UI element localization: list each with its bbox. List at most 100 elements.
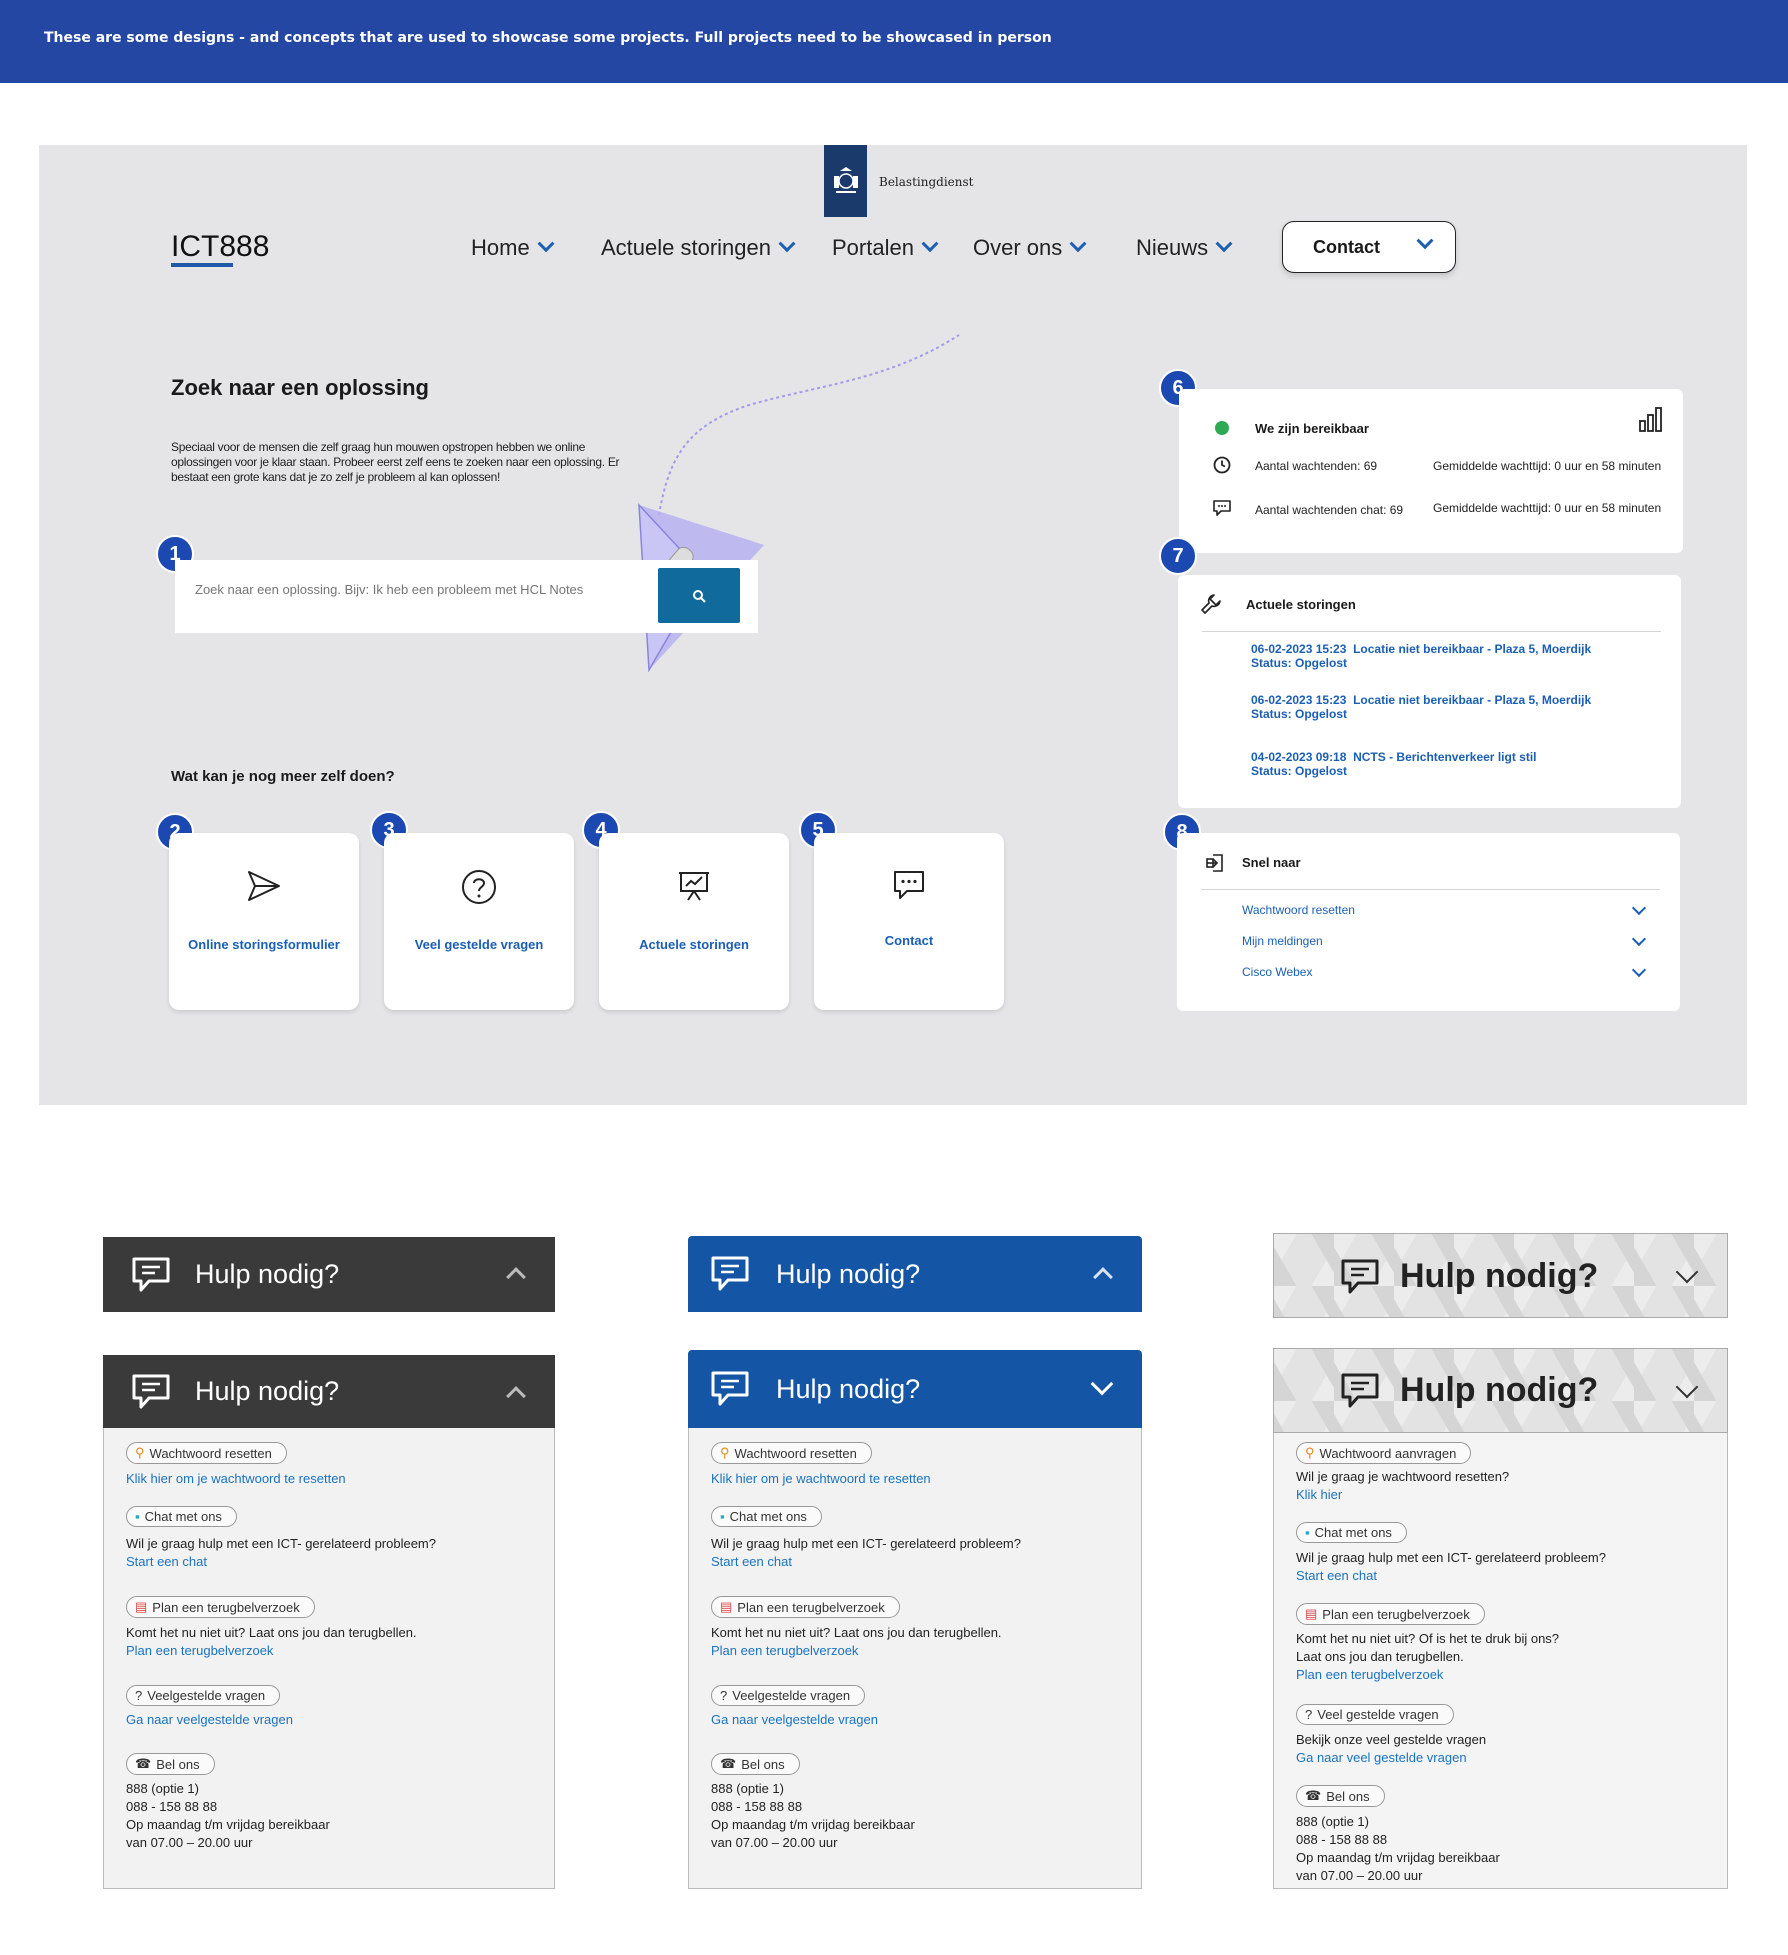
- quick-item[interactable]: Cisco Webex: [1177, 962, 1680, 987]
- chat-icon: [132, 1374, 170, 1408]
- pill-label: Bel ons: [156, 1756, 200, 1772]
- help-panel-light-collapsed[interactable]: Hulp nodig?: [1273, 1233, 1728, 1318]
- contact-button[interactable]: Contact: [1282, 221, 1456, 273]
- nav-portalen[interactable]: Portalen: [832, 235, 939, 261]
- link-reset-password[interactable]: Klik hier om je wachtwoord te resetten: [126, 1471, 346, 1486]
- quick-item-label: Wachtwoord resetten: [1242, 903, 1355, 917]
- pill-chat: ▪ Chat met ons: [711, 1506, 822, 1527]
- call-line: 888 (optie 1): [126, 1781, 199, 1796]
- chevron-down-icon: [1631, 900, 1647, 916]
- help-header[interactable]: Hulp nodig?: [1273, 1348, 1728, 1433]
- call-line: van 07.00 – 20.00 uur: [711, 1835, 838, 1850]
- chevron-down-icon: [778, 235, 796, 253]
- help-header[interactable]: Hulp nodig?: [103, 1355, 555, 1428]
- tile-contact[interactable]: Contact: [814, 833, 1004, 1010]
- pill-password: ⚲ Wachtwoord resetten: [711, 1442, 872, 1464]
- chat-waiting-time: Gemiddelde wachttijd: 0 uur en 58 minute…: [1433, 501, 1662, 515]
- chevron-up-icon: [506, 1386, 526, 1406]
- help-title: Hulp nodig?: [776, 1373, 921, 1404]
- phone-icon: ☎: [135, 1756, 152, 1771]
- tile-label: Actuele storingen: [639, 937, 749, 952]
- link-start-chat[interactable]: Start een chat: [126, 1554, 207, 1569]
- chevron-down-icon: [1090, 1372, 1114, 1396]
- link-faq[interactable]: Ga naar veelgestelde vragen: [711, 1712, 878, 1727]
- chevron-down-icon: [1675, 1260, 1699, 1284]
- plan-text: Komt het nu niet uit? Laat ons jou dan t…: [711, 1625, 1002, 1640]
- pill-faq: ? Veel gestelde vragen: [1296, 1704, 1454, 1725]
- help-header[interactable]: Hulp nodig?: [688, 1350, 1142, 1428]
- pill-call: ☎ Bel ons: [1296, 1785, 1385, 1807]
- link-reset-password[interactable]: Klik hier om je wachtwoord te resetten: [711, 1471, 931, 1486]
- tile-online-storingsformulier[interactable]: Online storingsformulier: [169, 833, 359, 1010]
- nav-nieuws[interactable]: Nieuws: [1136, 235, 1233, 261]
- phone-icon: ☎: [1305, 1788, 1322, 1803]
- waiting-count: Aantal wachtenden: 69: [1255, 459, 1378, 473]
- pill-callback: ▤ Plan een terugbelverzoek: [711, 1596, 900, 1618]
- link-start-chat[interactable]: Start een chat: [711, 1554, 792, 1569]
- pill-label: Bel ons: [741, 1756, 785, 1772]
- pill-label: Veelgestelde vragen: [147, 1688, 266, 1703]
- help-panel-dark-collapsed[interactable]: Hulp nodig?: [103, 1237, 555, 1312]
- brand-underline: [171, 263, 233, 267]
- call-line: van 07.00 – 20.00 uur: [1296, 1868, 1423, 1883]
- link-start-chat[interactable]: Start een chat: [1296, 1568, 1377, 1583]
- search-input[interactable]: [195, 582, 635, 597]
- help-panel-blue-expanded: Hulp nodig? ⚲ Wachtwoord resetten Klik hi…: [688, 1350, 1142, 1889]
- search-icon: [693, 589, 706, 603]
- quick-item[interactable]: Wachtwoord resetten: [1177, 900, 1680, 925]
- logo-text: Belastingdienst: [879, 175, 974, 189]
- plan-text: Komt het nu niet uit? Laat ons jou dan t…: [126, 1625, 417, 1640]
- help-title: Hulp nodig?: [195, 1376, 340, 1406]
- outage-date: 06-02-2023 15:23: [1251, 693, 1347, 707]
- link-plan-callback[interactable]: Plan een terugbelverzoek: [126, 1643, 273, 1658]
- link-plan-callback[interactable]: Plan een terugbelverzoek: [1296, 1667, 1443, 1682]
- question-icon: ?: [135, 1688, 143, 1703]
- nav-label: Portalen: [832, 235, 914, 260]
- help-title: Hulp nodig?: [1400, 1257, 1599, 1295]
- pw-text: Wil je graag je wachtwoord resetten?: [1296, 1469, 1510, 1484]
- call-line: van 07.00 – 20.00 uur: [126, 1835, 253, 1850]
- chat-text: Wil je graag hulp met een ICT- gerelatee…: [711, 1536, 1021, 1551]
- nav-home[interactable]: Home: [471, 235, 555, 261]
- pill-label: Plan een terugbelverzoek: [737, 1599, 885, 1615]
- presentation-icon: [679, 872, 709, 901]
- help-title: Hulp nodig?: [776, 1258, 921, 1289]
- chat-bubble-icon: ▪: [135, 1509, 140, 1524]
- calendar-icon: ▤: [720, 1599, 733, 1614]
- site-brand[interactable]: ICT888: [171, 230, 269, 264]
- quick-links-card: Snel naar Wachtwoord resetten Mijn meldi…: [1177, 833, 1680, 1011]
- nav-over-ons[interactable]: Over ons: [973, 235, 1087, 261]
- chat-icon: [1213, 500, 1231, 516]
- step-badge-7: 7: [1159, 537, 1197, 575]
- chat-bubble-icon: ▪: [1305, 1525, 1310, 1540]
- help-panel-blue-collapsed[interactable]: Hulp nodig?: [688, 1236, 1142, 1312]
- tile-veel-gestelde-vragen[interactable]: Veel gestelde vragen: [384, 833, 574, 1010]
- link-faq[interactable]: Ga naar veel gestelde vragen: [1296, 1750, 1467, 1765]
- quick-item[interactable]: Mijn meldingen: [1177, 931, 1680, 956]
- chevron-down-icon: [921, 235, 939, 253]
- search-button[interactable]: [658, 568, 740, 623]
- nav-actuele-storingen[interactable]: Actuele storingen: [601, 235, 796, 261]
- clock-icon: [1213, 456, 1231, 474]
- link-reset-password[interactable]: Klik hier: [1296, 1487, 1342, 1502]
- bar-chart-icon: [1639, 407, 1662, 432]
- pill-password: ⚲ Wachtwoord resetten: [126, 1442, 287, 1464]
- call-info: 888 (optie 1) 088 - 158 88 88 Op maandag…: [1296, 1813, 1500, 1885]
- pill-faq: ? Veelgestelde vragen: [711, 1685, 866, 1706]
- help-body: ⚲ Wachtwoord resetten Klik hier om je wac…: [103, 1428, 555, 1889]
- pill-label: Veelgestelde vragen: [732, 1688, 851, 1703]
- call-line: 888 (optie 1): [711, 1781, 784, 1796]
- calendar-icon: ▤: [135, 1599, 148, 1614]
- link-faq[interactable]: Ga naar veelgestelde vragen: [126, 1712, 293, 1727]
- outage-item[interactable]: 06-02-2023 15:23 Locatie niet bereikbaar…: [1251, 642, 1591, 670]
- outage-item[interactable]: 04-02-2023 09:18 NCTS - Berichtenverkeer…: [1251, 750, 1536, 778]
- question-icon: ?: [1305, 1707, 1313, 1722]
- link-plan-callback[interactable]: Plan een terugbelverzoek: [711, 1643, 858, 1658]
- send-icon: [248, 871, 280, 901]
- question-icon: ?: [720, 1688, 728, 1703]
- tile-actuele-storingen[interactable]: Actuele storingen: [599, 833, 789, 1010]
- outage-desc: NCTS - Berichtenverkeer ligt stil: [1353, 750, 1537, 764]
- outage-item[interactable]: 06-02-2023 15:23 Locatie niet bereikbaar…: [1251, 693, 1591, 721]
- divider: [1201, 889, 1660, 890]
- outages-title: Actuele storingen: [1246, 597, 1356, 612]
